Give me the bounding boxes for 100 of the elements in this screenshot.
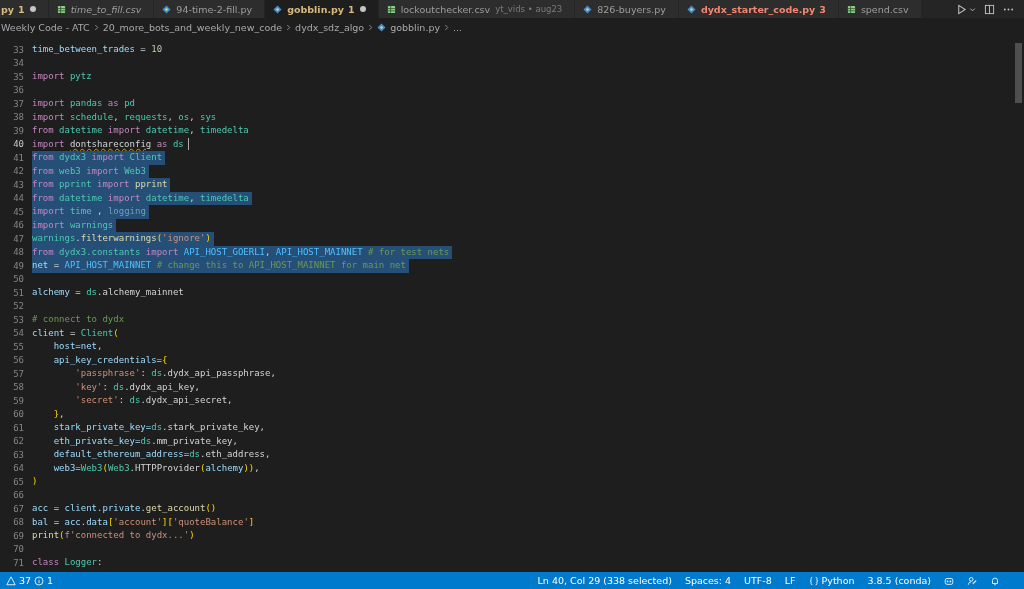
code-line: # connect to dydx <box>32 313 126 326</box>
chevron-down-icon[interactable] <box>969 5 976 13</box>
chevron-right-icon <box>368 24 374 31</box>
editor-tab[interactable]: 826-buyers.py <box>575 0 679 18</box>
line-number: 62 <box>12 436 25 447</box>
line-number: 63 <box>12 449 25 460</box>
line-number: 66 <box>12 490 25 501</box>
code-line: 'passphrase': ds.dydx_api_passphrase, <box>74 367 277 380</box>
robot-icon[interactable] <box>944 575 954 586</box>
code-line: default_ethereum_address=ds.eth_address, <box>52 448 272 461</box>
scrollbar-thumb[interactable] <box>1015 43 1022 103</box>
code-line: web3=Web3(Web3.HTTPProvider(alchemy)), <box>52 461 261 475</box>
split-editor-icon[interactable] <box>984 3 995 15</box>
warning-count[interactable]: 37 <box>19 575 32 586</box>
table-file-icon <box>56 4 66 14</box>
bell-icon[interactable] <box>990 575 1000 586</box>
line-number: 67 <box>12 503 25 514</box>
run-icon[interactable] <box>956 3 967 15</box>
editor-tab[interactable]: 94-time-2-fill.py <box>154 0 266 18</box>
line-number: 64 <box>12 463 25 474</box>
status-item[interactable]: Ln 40, Col 29 (338 selected) <box>537 575 672 586</box>
line-number: 46 <box>12 220 25 231</box>
table-file-icon <box>386 4 396 14</box>
status-item[interactable]: 3.8.5 (conda) <box>867 575 931 586</box>
editor-tab[interactable]: lockoutchecker.csv yt_vids • aug23 <box>378 0 576 18</box>
table-file-icon <box>846 4 856 14</box>
line-number: 44 <box>12 193 25 204</box>
line-number: 58 <box>12 382 25 393</box>
line-number: 70 <box>12 544 25 555</box>
text-cursor <box>187 138 189 151</box>
tab-label: 826-buyers.py <box>597 3 666 15</box>
line-number: 40 <box>12 139 25 150</box>
code-line: host=net, <box>52 340 104 353</box>
editor-tab[interactable]: py 1 <box>0 0 49 18</box>
chevron-right-icon <box>286 24 292 31</box>
code-line: ) <box>32 475 39 488</box>
code-line: api_key_credentials={ <box>52 353 169 367</box>
code-line: import dontshareconfig as ds <box>32 137 185 151</box>
line-number: 43 <box>12 179 25 190</box>
line-number: 55 <box>12 341 25 352</box>
line-number: 51 <box>12 287 25 298</box>
line-number: 42 <box>12 166 25 177</box>
line-number: 49 <box>12 260 25 271</box>
line-number: 50 <box>12 274 25 285</box>
line-number: 48 <box>12 247 25 258</box>
tab-label: gobblin.py 1 <box>287 3 355 15</box>
info-count[interactable]: 1 <box>47 575 54 586</box>
code-line: eth_private_key=ds.mm_private_key, <box>52 434 239 448</box>
editor-tab[interactable]: dydx_starter_code.py 3 <box>678 0 839 18</box>
code-line: }, <box>52 407 66 421</box>
chevron-right-icon <box>444 24 450 31</box>
warning-icon[interactable] <box>6 575 16 586</box>
breadcrumb-item[interactable]: gobblin.py <box>390 22 441 33</box>
line-number: 71 <box>12 557 25 568</box>
tab-description: yt_vids • aug23 <box>495 4 563 14</box>
chevron-right-icon <box>93 24 99 31</box>
line-number: 69 <box>12 530 25 541</box>
info-icon[interactable] <box>34 575 45 586</box>
python-file-icon <box>273 4 283 14</box>
status-item[interactable]: UTF-8 <box>744 575 772 586</box>
code-line: 'key': ds.dydx_api_key, <box>74 380 201 394</box>
status-item[interactable]: Python <box>821 575 855 586</box>
editor-tab[interactable]: time_to_fill.csv <box>48 0 155 18</box>
line-number: 36 <box>12 85 25 96</box>
code-line: stark_private_key=ds.stark_private_key, <box>52 421 266 434</box>
code-line: alchemy = ds.alchemy_mainnet <box>32 286 185 299</box>
line-number: 45 <box>12 206 25 217</box>
status-item[interactable]: Spaces: 4 <box>684 575 732 586</box>
code-line: print(f'connected to dydx...') <box>32 529 196 542</box>
code-line: import pandas as pd <box>32 97 136 110</box>
code-line: bal = acc.data['account']['quoteBalance'] <box>32 515 256 529</box>
code-line: acc = client.private.get_account() <box>32 502 218 515</box>
braces-icon[interactable] <box>808 575 819 586</box>
tab-label: dydx_starter_code.py 3 <box>700 3 826 15</box>
status-item[interactable]: LF <box>784 575 796 586</box>
line-number: 68 <box>12 517 25 528</box>
code-line: from datetime import datetime, timedelta <box>32 124 250 137</box>
code-line: time_between_trades = 10 <box>32 43 164 56</box>
python-file-icon <box>686 4 696 14</box>
breadcrumb-item[interactable]: Weekly Code - ATC <box>1 22 90 33</box>
line-number: 57 <box>12 368 25 379</box>
line-number: 52 <box>12 301 25 312</box>
code-line: client = Client( <box>32 326 120 340</box>
line-number: 53 <box>12 314 25 325</box>
line-number: 37 <box>12 98 25 109</box>
tab-label: py 1 <box>1 3 25 15</box>
tab-label: lockoutchecker.csv <box>400 3 491 15</box>
editor-tab[interactable]: spend.csv <box>838 0 922 18</box>
line-number: 47 <box>12 233 25 244</box>
editor-tab[interactable]: gobblin.py 1 <box>265 0 379 18</box>
breadcrumb-item[interactable]: ... <box>453 22 463 33</box>
feedback-icon[interactable] <box>967 575 977 586</box>
breadcrumb-item[interactable]: 20_more_bots_and_weekly_new_code <box>102 22 283 33</box>
line-number: 35 <box>12 71 25 82</box>
breadcrumb-item[interactable]: dydx_sdz_algo <box>295 22 365 33</box>
code-line: 'secret': ds.dydx_api_secret, <box>74 394 234 407</box>
line-number: 34 <box>12 58 25 69</box>
line-number: 38 <box>12 112 25 123</box>
line-number: 39 <box>12 125 25 136</box>
code-line: class Logger: <box>32 556 104 569</box>
